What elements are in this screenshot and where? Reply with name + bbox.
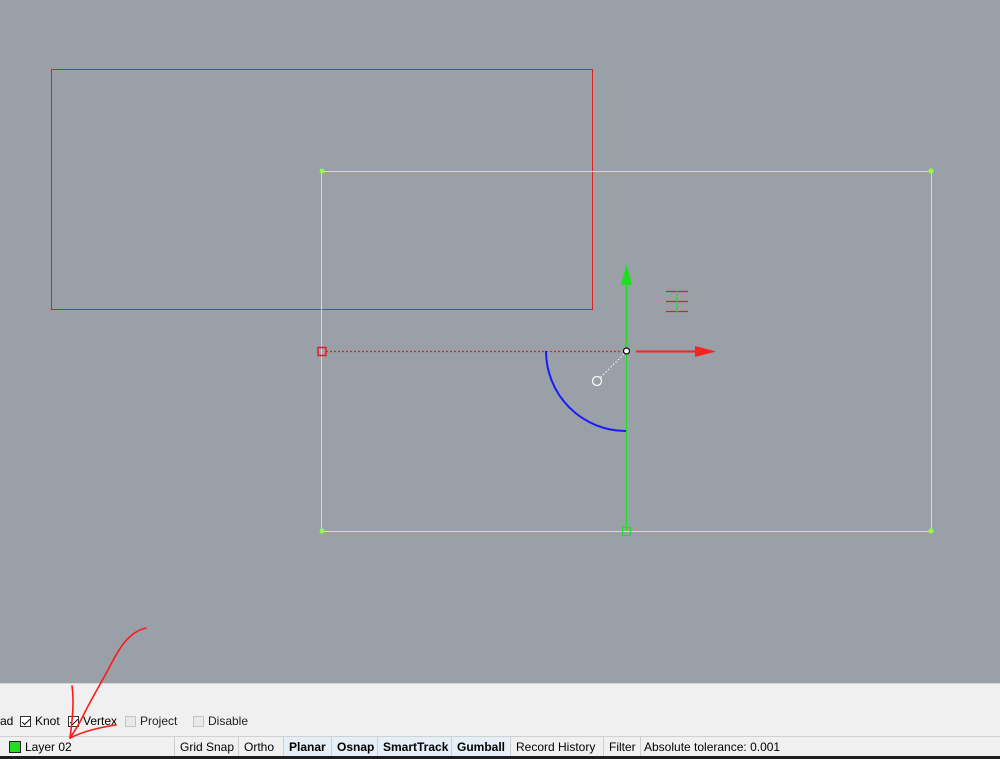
gumball-origin-icon[interactable]	[622, 347, 631, 355]
layer-selector[interactable]: Layer 02	[4, 737, 174, 757]
gumball-menu-icon[interactable]	[666, 290, 688, 313]
viewport-top[interactable]	[0, 0, 1000, 683]
smarttrack-label: SmartTrack	[383, 740, 449, 754]
status-bar: Layer 02 Grid Snap Ortho Planar Osnap Sm…	[0, 736, 1000, 757]
control-point[interactable]	[319, 528, 325, 534]
planar-label: Planar	[289, 740, 326, 754]
osnap-label: Osnap	[337, 740, 375, 754]
layer-name: Layer 02	[25, 740, 72, 754]
record-history-toggle[interactable]: Record History	[510, 737, 603, 757]
osnap-item-partial[interactable]: ad	[0, 713, 13, 729]
control-point[interactable]	[928, 168, 934, 174]
osnap-item-disable[interactable]: Disable	[193, 713, 248, 729]
gumball-free-move-line	[599, 353, 625, 379]
planar-toggle[interactable]: Planar	[283, 737, 331, 757]
gumball-x-arrow-icon[interactable]	[695, 346, 716, 357]
grid-snap-toggle[interactable]: Grid Snap	[174, 737, 238, 757]
layer-color-swatch	[9, 741, 21, 753]
control-point[interactable]	[928, 528, 934, 534]
ortho-toggle[interactable]: Ortho	[238, 737, 283, 757]
gumball-rotate-arc-icon[interactable]	[545, 350, 627, 432]
osnap-label: Vertex	[83, 714, 118, 728]
osnap-item-project[interactable]: Project	[125, 713, 177, 729]
osnap-label: Project	[140, 714, 178, 728]
smarttrack-toggle[interactable]: SmartTrack	[377, 737, 451, 757]
osnap-toolbar: ad Knot Vertex Project Disable	[0, 683, 1000, 737]
filter-toggle[interactable]: Filter	[603, 737, 640, 757]
gumball-label: Gumball	[457, 740, 506, 754]
viewport-canvas[interactable]	[0, 0, 1000, 683]
control-point[interactable]	[319, 168, 325, 174]
grid-snap-label: Grid Snap	[180, 740, 235, 754]
osnap-item-vertex[interactable]: Vertex	[68, 713, 117, 729]
tolerance-label: Absolute tolerance: 0.001	[644, 740, 781, 754]
gumball-y-arrow-icon[interactable]	[621, 264, 632, 285]
gumball-toggle[interactable]: Gumball	[451, 737, 510, 757]
filter-label: Filter	[609, 740, 636, 754]
osnap-label: Knot	[35, 714, 60, 728]
osnap-label: ad	[0, 714, 14, 728]
checkbox-unchecked-icon[interactable]	[125, 715, 136, 727]
osnap-label: Disable	[208, 714, 249, 728]
checkbox-unchecked-icon[interactable]	[193, 715, 204, 727]
osnap-item-knot[interactable]: Knot	[20, 713, 60, 729]
ortho-label: Ortho	[244, 740, 275, 754]
checkbox-checked-icon[interactable]	[20, 715, 31, 727]
checkbox-checked-icon[interactable]	[68, 715, 79, 727]
tolerance-readout: Absolute tolerance: 0.001	[640, 737, 1000, 757]
osnap-toggle[interactable]: Osnap	[331, 737, 377, 757]
record-history-label: Record History	[516, 740, 596, 754]
gumball-free-move-handle[interactable]	[591, 375, 603, 387]
